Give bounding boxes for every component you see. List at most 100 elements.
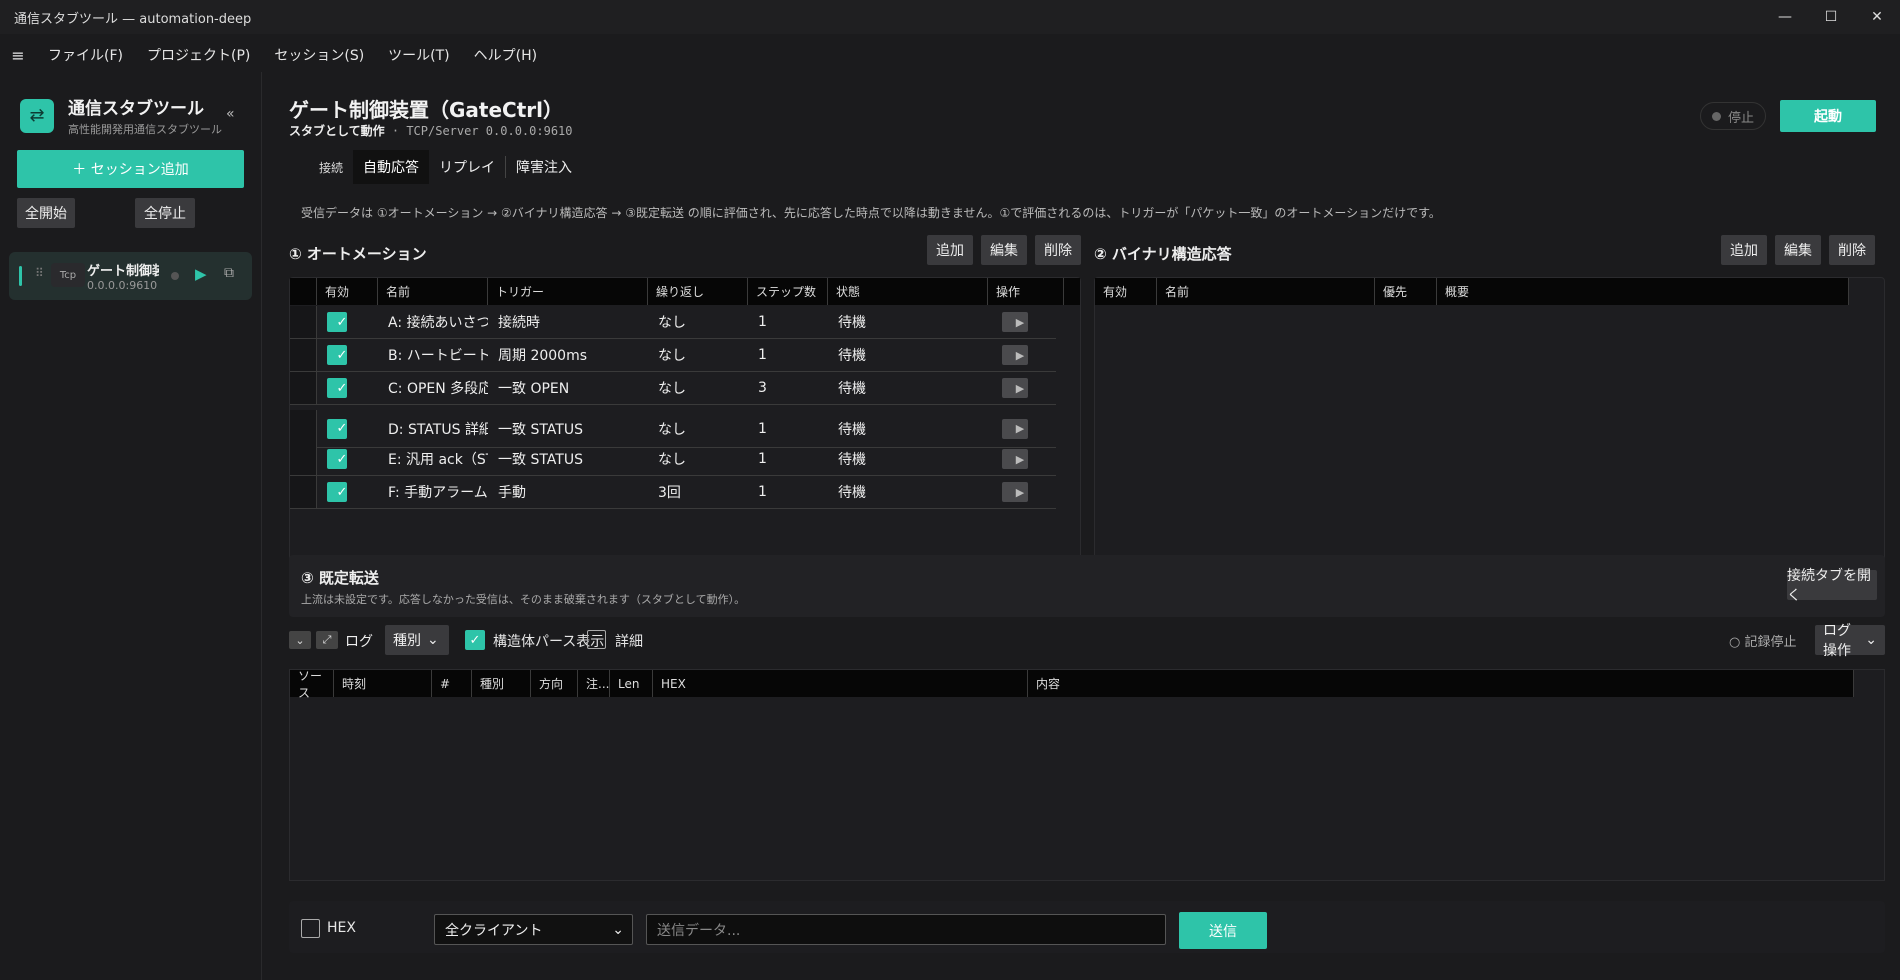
enabled-checkbox[interactable]: ✓ bbox=[327, 482, 347, 502]
tab-connection[interactable]: 接続 bbox=[309, 150, 353, 184]
column-name[interactable]: 名前 bbox=[378, 278, 488, 305]
enabled-checkbox[interactable]: ✓ bbox=[327, 312, 347, 332]
binary-add-button[interactable]: 追加 bbox=[1721, 235, 1767, 265]
hex-checkbox[interactable] bbox=[301, 919, 320, 938]
status-dot-icon bbox=[1711, 111, 1721, 121]
start-all-button[interactable]: 全開始 bbox=[17, 198, 75, 228]
stop-all-button[interactable]: 全停止 bbox=[135, 198, 195, 228]
automation-trigger: 一致 OPEN bbox=[498, 381, 570, 397]
enabled-checkbox[interactable]: ✓ bbox=[327, 449, 347, 469]
start-button[interactable]: 起動 bbox=[1780, 100, 1876, 132]
send-data-input[interactable]: 送信データ... bbox=[646, 914, 1166, 945]
table-row[interactable]: ✓ F: 手動アラーム（手動） 手動 3回 1 待機 ▶ bbox=[290, 476, 1056, 509]
hamburger-icon[interactable]: ≡ bbox=[0, 46, 36, 65]
maximize-icon[interactable]: ☐ bbox=[1808, 0, 1854, 34]
column-kind[interactable]: 種別 bbox=[472, 670, 531, 697]
session-item[interactable]: ⠿ Tcp ゲート制御装置 0.0.0.0:9610 ▶ ⧉ bbox=[9, 252, 252, 300]
run-icon[interactable]: ▶ bbox=[1002, 312, 1028, 332]
column-note[interactable]: 注... bbox=[578, 670, 610, 697]
run-icon[interactable]: ▶ bbox=[1002, 449, 1028, 469]
column-selector bbox=[290, 278, 317, 305]
enabled-checkbox[interactable]: ✓ bbox=[327, 378, 347, 398]
column-direction[interactable]: 方向 bbox=[531, 670, 578, 697]
enabled-checkbox[interactable]: ✓ bbox=[327, 418, 347, 439]
tab-auto-response[interactable]: 自動応答 bbox=[353, 150, 430, 184]
column-trigger[interactable]: トリガー bbox=[488, 278, 648, 305]
enabled-checkbox: ✓ bbox=[317, 410, 378, 447]
tab-replay[interactable]: リプレイ bbox=[429, 150, 505, 184]
column-actions[interactable]: 操作 bbox=[988, 278, 1064, 305]
run-icon[interactable]: ▶ bbox=[1002, 378, 1028, 398]
target-select[interactable]: 全クライアント ⌄ bbox=[434, 914, 633, 945]
table-row[interactable]: ✓ B: ハートビート（周期） 周期 2000ms なし 1 待機 ▶ bbox=[290, 339, 1056, 372]
send-button[interactable]: 送信 bbox=[1179, 912, 1267, 949]
evaluation-info: 受信データは ①オートメーション → ②バイナリ構造応答 → ③既定転送 の順に… bbox=[301, 206, 1441, 220]
tab-fault-injection[interactable]: 障害注入 bbox=[506, 150, 582, 184]
enabled-checkbox[interactable]: ✓ bbox=[327, 345, 347, 365]
automation-table-header: 有効 名前 トリガー 繰り返し ステップ数 状態 操作 bbox=[290, 278, 1080, 305]
column-priority[interactable]: 優先 bbox=[1375, 278, 1437, 305]
column-content[interactable]: 内容 bbox=[1028, 670, 1854, 697]
column-repeat[interactable]: 繰り返し bbox=[648, 278, 748, 305]
automation-steps: 1 bbox=[758, 484, 767, 500]
menu-tools[interactable]: ツール(T) bbox=[376, 38, 461, 72]
drag-handle-icon[interactable]: ⠿ bbox=[35, 266, 44, 280]
column-time[interactable]: 時刻 bbox=[334, 670, 432, 697]
binary-delete-button[interactable]: 削除 bbox=[1829, 235, 1875, 265]
automation-add-button[interactable]: 追加 bbox=[927, 235, 973, 265]
column-state[interactable]: 状態 bbox=[828, 278, 988, 305]
column-enabled[interactable]: 有効 bbox=[317, 278, 378, 305]
kind-dropdown[interactable]: 種別 ⌄ bbox=[385, 625, 449, 655]
column-summary[interactable]: 概要 bbox=[1437, 278, 1849, 305]
brand: ⇄ 通信スタブツール 高性能開発用通信スタブツール bbox=[20, 94, 222, 137]
log-operations-value: ログ操作 bbox=[1823, 623, 1851, 659]
play-icon[interactable]: ▶ bbox=[195, 265, 207, 283]
column-enabled[interactable]: 有効 bbox=[1095, 278, 1157, 305]
page-subtitle: スタブとして動作 · TCP/Server 0.0.0.0:9610 bbox=[289, 122, 573, 139]
forward-description: 上流は未設定です。応答しなかった受信は、そのまま破棄されます（スタブとして動作）… bbox=[301, 593, 746, 606]
enabled-checkbox: ✓ bbox=[317, 339, 378, 371]
column-steps[interactable]: ステップ数 bbox=[748, 278, 828, 305]
column-name[interactable]: 名前 bbox=[1157, 278, 1375, 305]
run-icon[interactable]: ▶ bbox=[1002, 345, 1028, 365]
duplicate-icon[interactable]: ⧉ bbox=[224, 265, 234, 281]
menu-project[interactable]: プロジェクト(P) bbox=[135, 38, 262, 72]
chevron-down-icon[interactable]: ⌄ bbox=[289, 631, 311, 649]
table-row[interactable]: ✓ A: 接続あいさつ 接続時 なし 1 待機 ▶ bbox=[290, 306, 1056, 339]
detail-checkbox[interactable] bbox=[587, 630, 606, 649]
automation-steps: 1 bbox=[758, 347, 767, 363]
table-row[interactable]: ✓ C: OPEN 多段応答一致 OPEN なし 3 待機 ▶ bbox=[290, 372, 1056, 405]
parse-checkbox[interactable]: ✓ bbox=[465, 630, 485, 650]
automation-name: E: 汎用 ack（STATUS） bbox=[388, 452, 488, 468]
binary-edit-button[interactable]: 編集 bbox=[1775, 235, 1821, 265]
automation-name: B: ハートビート（周期） bbox=[388, 348, 488, 364]
record-stop-toggle[interactable]: ○ 記録停止 bbox=[1729, 631, 1796, 650]
expand-icon[interactable]: ⤢ bbox=[316, 631, 338, 649]
add-session-button[interactable]: ＋ セッション追加 bbox=[17, 150, 244, 188]
row-selector bbox=[290, 339, 317, 371]
automation-repeat: なし bbox=[658, 315, 686, 331]
sidebar: ⇄ 通信スタブツール 高性能開発用通信スタブツール « ＋ セッション追加 全開… bbox=[0, 72, 262, 980]
automation-name: A: 接続あいさつ bbox=[388, 315, 488, 331]
automation-delete-button[interactable]: 削除 bbox=[1035, 235, 1081, 265]
close-icon[interactable]: ✕ bbox=[1854, 0, 1900, 34]
column-hex[interactable]: HEX bbox=[653, 670, 1028, 697]
automation-edit-button[interactable]: 編集 bbox=[981, 235, 1027, 265]
log-operations-dropdown[interactable]: ログ操作 ⌄ bbox=[1815, 623, 1885, 659]
minimize-icon[interactable]: — bbox=[1762, 0, 1808, 34]
column-source[interactable]: ソース bbox=[290, 669, 334, 700]
row-selector bbox=[290, 372, 317, 404]
page-title: ゲート制御装置（GateCtrl） bbox=[289, 98, 563, 122]
mode-label: スタブとして動作 bbox=[289, 124, 385, 138]
run-icon[interactable]: ▶ bbox=[1002, 418, 1028, 439]
session-status-dot bbox=[171, 272, 179, 280]
column-index[interactable]: # bbox=[432, 670, 472, 697]
menu-help[interactable]: ヘルプ(H) bbox=[462, 38, 549, 72]
column-length[interactable]: Len bbox=[610, 670, 653, 697]
collapse-sidebar-icon[interactable]: « bbox=[226, 106, 235, 122]
menu-session[interactable]: セッション(S) bbox=[262, 38, 376, 72]
table-row[interactable]: ✓ E: 汎用 ack（STATUS） 一致 STATUS なし 1 待機 ▶ bbox=[290, 443, 1056, 476]
open-connection-tab-button[interactable]: 接続タブを開く bbox=[1787, 568, 1877, 604]
menu-file[interactable]: ファイル(F) bbox=[36, 38, 135, 72]
run-icon[interactable]: ▶ bbox=[1002, 482, 1028, 502]
